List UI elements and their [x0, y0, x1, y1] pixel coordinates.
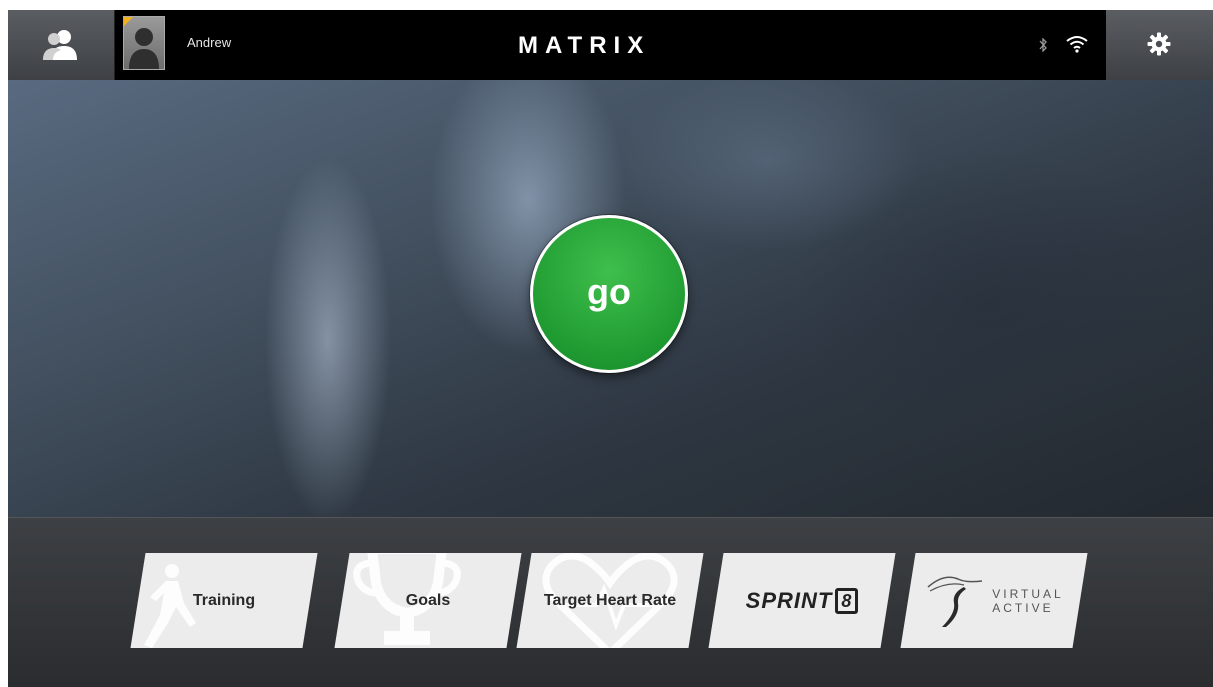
bluetooth-icon: [1039, 38, 1047, 52]
tile-virtual-active[interactable]: VIRTUAL ACTIVE: [900, 553, 1088, 648]
va-line2: ACTIVE: [992, 600, 1054, 615]
tile-goals[interactable]: Goals: [334, 553, 522, 648]
users-button[interactable]: [8, 10, 115, 80]
tile-label: Training: [192, 591, 256, 609]
user-silhouette-icon: [129, 28, 159, 69]
virtual-active-text: VIRTUAL ACTIVE: [992, 587, 1063, 615]
matrix-logo: MATRIX: [518, 32, 651, 59]
tile-sprint8[interactable]: SPRINT 8: [708, 553, 896, 648]
users-icon: [43, 30, 77, 60]
sprint8-logo: SPRINT 8: [745, 587, 859, 614]
go-label: go: [587, 271, 631, 312]
gear-icon: [1147, 32, 1171, 56]
tile-label: Target Heart Rate: [543, 591, 677, 609]
virtual-active-logo: [927, 576, 983, 627]
tile-label: Goals: [405, 591, 451, 609]
hero-background: go: [8, 80, 1213, 517]
avatar[interactable]: [123, 16, 165, 70]
wifi-icon: [1066, 36, 1088, 53]
va-line1: VIRTUAL: [992, 586, 1064, 601]
username: Andrew: [187, 35, 232, 50]
bottom-menu: Training Goals Target Heart Rate SPRINT …: [8, 517, 1213, 687]
sprint-text: SPRINT: [745, 587, 833, 613]
top-bar: Andrew MATRIX: [8, 10, 1213, 80]
go-button[interactable]: go: [530, 215, 688, 373]
tile-training[interactable]: Training: [130, 553, 318, 648]
app-screen: Andrew MATRIX go Training Goals Target H…: [8, 10, 1213, 687]
tile-target-heart-rate[interactable]: Target Heart Rate: [516, 553, 704, 648]
sprint-badge: 8: [835, 587, 859, 614]
settings-button[interactable]: [1106, 10, 1213, 80]
